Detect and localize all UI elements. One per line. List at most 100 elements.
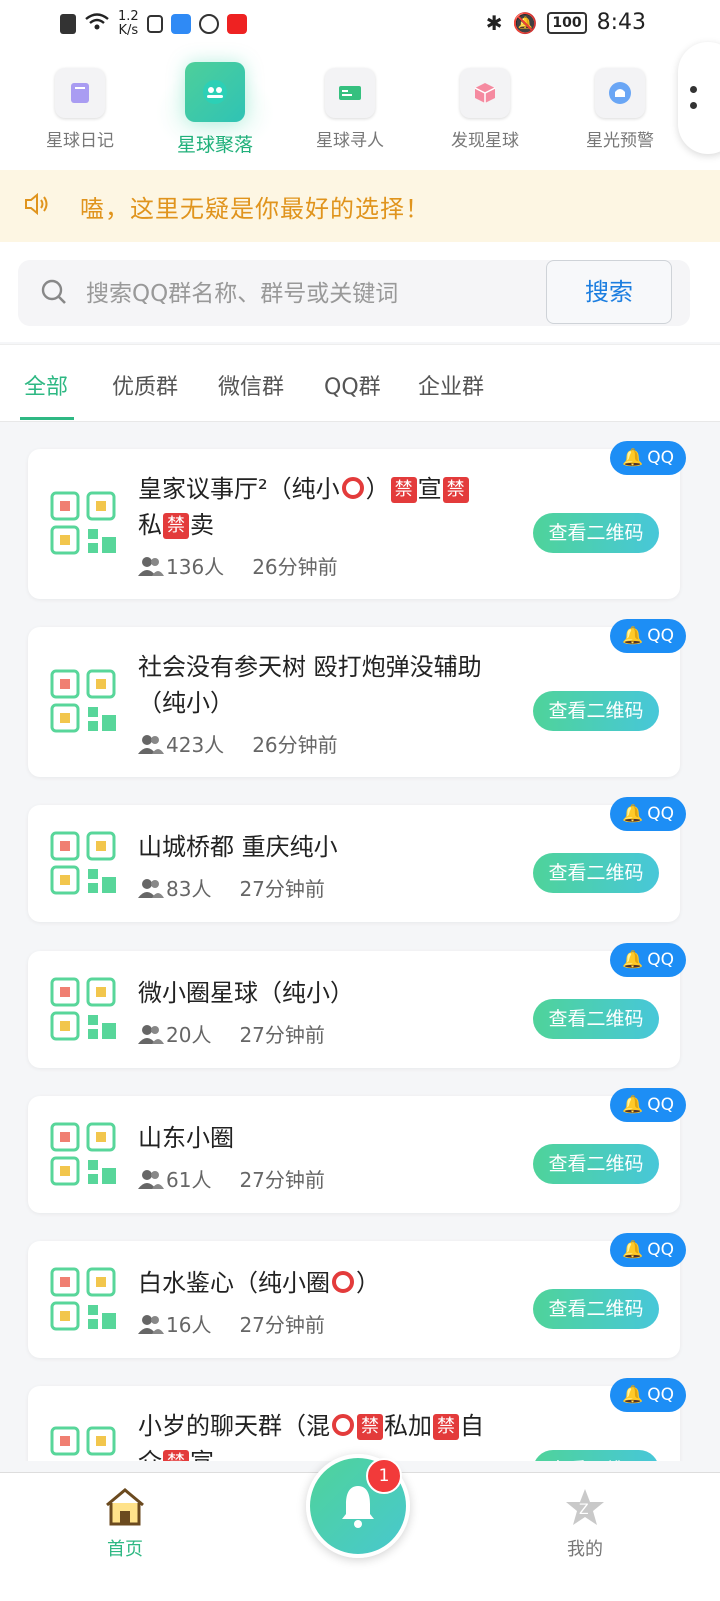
group-card[interactable]: 小岁的聊天群（混禁私加禁自介禁宣 查看二维码 🔔QQ	[28, 1378, 686, 1461]
nav-item-discover[interactable]: 发现星球	[425, 68, 545, 151]
group-title: 皇家议事厅²（纯小）禁宣禁私禁卖	[138, 471, 508, 543]
qr-code-icon	[50, 831, 118, 899]
nav-item-alert[interactable]: 星光预警	[560, 68, 680, 151]
nav-item-find-people[interactable]: 星球寻人	[290, 68, 410, 151]
bell-icon: 🔔	[622, 1240, 644, 1260]
people-icon	[138, 1314, 164, 1334]
nav-home[interactable]: 首页	[88, 1487, 162, 1561]
svg-text:Z: Z	[579, 1502, 589, 1518]
dot-icon	[690, 86, 697, 93]
group-meta: 16人 27分钟前	[138, 1309, 325, 1338]
profile-star-icon: Z	[566, 1489, 604, 1525]
nav-item-diary[interactable]: 星球日记	[20, 68, 140, 151]
group-card[interactable]: 社会没有参天树 殴打炮弹没辅助（纯小） 423人 26分钟前 查看二维码 🔔 QQ	[28, 619, 686, 777]
qq-badge: 🔔 QQ	[610, 1378, 686, 1412]
qq-label: QQ	[647, 950, 674, 970]
group-meta: 136人 26分钟前	[138, 551, 338, 580]
qq-badge: 🔔 QQ	[610, 619, 686, 653]
nav-label: 星球聚落	[176, 134, 253, 156]
bell-icon: 🔔	[622, 626, 644, 646]
bell-icon: 🔔	[622, 1095, 644, 1115]
post-time: 27分钟前	[239, 877, 325, 901]
group-title: 山东小圈	[138, 1124, 234, 1152]
home-label: 首页	[107, 1539, 143, 1560]
status-left: 1.2 K/s	[60, 10, 267, 38]
members: 136人	[138, 551, 224, 580]
floating-menu-handle[interactable]	[678, 42, 720, 154]
tab-qq[interactable]: QQ群	[324, 369, 381, 401]
nav-item-settlement[interactable]: 星球聚落	[155, 62, 275, 157]
group-card[interactable]: 山城桥都 重庆纯小 83人 27分钟前 查看二维码 🔔 QQ	[28, 797, 686, 922]
top-nav: 星球日记 星球聚落 星球寻人 发现星球 星光预警	[0, 50, 720, 170]
members: 20人	[138, 1019, 211, 1048]
qq-badge: 🔔 QQ	[610, 1088, 686, 1122]
tab-all[interactable]: 全部	[24, 369, 68, 401]
status-bar: 1.2 K/s ✱ 🔕 100 8:43	[0, 0, 720, 50]
ban-icon: 禁	[357, 1414, 383, 1440]
search-section: 搜索	[0, 242, 720, 342]
mute-icon: 🔕	[512, 10, 538, 35]
nav-label: 发现星球	[451, 131, 519, 151]
members: 61人	[138, 1164, 211, 1193]
people-icon	[138, 1024, 164, 1044]
members: 16人	[138, 1309, 211, 1338]
group-title: 小岁的聊天群（混禁私加禁自介禁宣	[138, 1408, 508, 1461]
group-title: 社会没有参天树 殴打炮弹没辅助（纯小）	[138, 653, 482, 717]
tab-enterprise[interactable]: 企业群	[418, 369, 484, 401]
search-icon	[40, 278, 68, 310]
view-qr-button[interactable]: 查看二维码	[533, 513, 659, 553]
group-card[interactable]: 微小圈星球（纯小） 20人 27分钟前 查看二维码 🔔 QQ	[28, 943, 686, 1068]
people-icon	[138, 878, 164, 898]
network-speed: 1.2 K/s	[118, 9, 139, 38]
group-card[interactable]: 山东小圈 61人 27分钟前 查看二维码 🔔 QQ	[28, 1088, 686, 1213]
search-input[interactable]	[84, 274, 538, 314]
search-button[interactable]: 搜索	[546, 260, 672, 324]
qq-label: QQ	[647, 448, 674, 468]
qq-badge: 🔔 QQ	[610, 441, 686, 475]
tab-wechat[interactable]: 微信群	[218, 369, 284, 401]
notification-count-badge: 1	[366, 1458, 402, 1494]
view-qr-button[interactable]: 查看二维码	[533, 1289, 659, 1329]
status-right: ✱ 🔕 100 8:43	[486, 10, 646, 35]
clock: 8:43	[596, 10, 646, 35]
post-time: 27分钟前	[239, 1168, 325, 1192]
title-part: 介	[138, 1448, 162, 1461]
community-icon	[185, 62, 245, 122]
qr-code-icon	[50, 1267, 118, 1335]
qq-label: QQ	[647, 1385, 674, 1405]
group-card[interactable]: 白水鉴心（纯小圈 ） 16人 27分钟前 查看二维码 🔔 QQ	[28, 1233, 686, 1358]
view-qr-button[interactable]: 查看二维码	[533, 1450, 659, 1461]
title-part: 私加	[384, 1412, 432, 1440]
qq-label: QQ	[647, 804, 674, 824]
title-part: 白水鉴心（纯小圈	[138, 1269, 330, 1297]
ban-icon: 禁	[163, 1450, 189, 1461]
view-qr-button[interactable]: 查看二维码	[533, 691, 659, 731]
nav-label: 星球日记	[46, 131, 114, 151]
ban-icon: 禁	[433, 1414, 459, 1440]
view-qr-button[interactable]: 查看二维码	[533, 999, 659, 1039]
people-icon	[138, 1169, 164, 1189]
wechat-icon	[198, 14, 219, 34]
group-meta: 423人 26分钟前	[138, 729, 338, 758]
notice-text: 嗑，这里无疑是你最好的选择！	[80, 194, 430, 223]
title-part: 宣	[190, 1448, 214, 1461]
group-title: 白水鉴心（纯小圈 ）	[138, 1265, 508, 1301]
group-card[interactable]: 皇家议事厅²（纯小）禁宣禁私禁卖 136人 26分钟前 查看二维码 🔔 QQ	[28, 441, 686, 599]
alert-icon	[60, 14, 76, 34]
app-icon-2	[254, 14, 267, 34]
qq-label: QQ	[647, 1095, 674, 1115]
view-qr-button[interactable]: 查看二维码	[533, 1144, 659, 1184]
view-qr-button[interactable]: 查看二维码	[533, 853, 659, 893]
app-icon-1	[146, 15, 163, 33]
cloud-icon	[170, 14, 191, 34]
member-count: 83人	[166, 877, 212, 901]
title-part: 卖	[190, 511, 214, 539]
post-time: 26分钟前	[252, 733, 338, 757]
nav-mine[interactable]: Z 我的	[548, 1487, 622, 1561]
qq-badge: 🔔 QQ	[610, 1233, 686, 1267]
qq-badge: 🔔 QQ	[610, 797, 686, 831]
tab-quality[interactable]: 优质群	[112, 369, 178, 401]
diary-icon	[55, 68, 105, 118]
bell-icon: 🔔	[622, 804, 644, 824]
siren-icon	[595, 68, 645, 118]
